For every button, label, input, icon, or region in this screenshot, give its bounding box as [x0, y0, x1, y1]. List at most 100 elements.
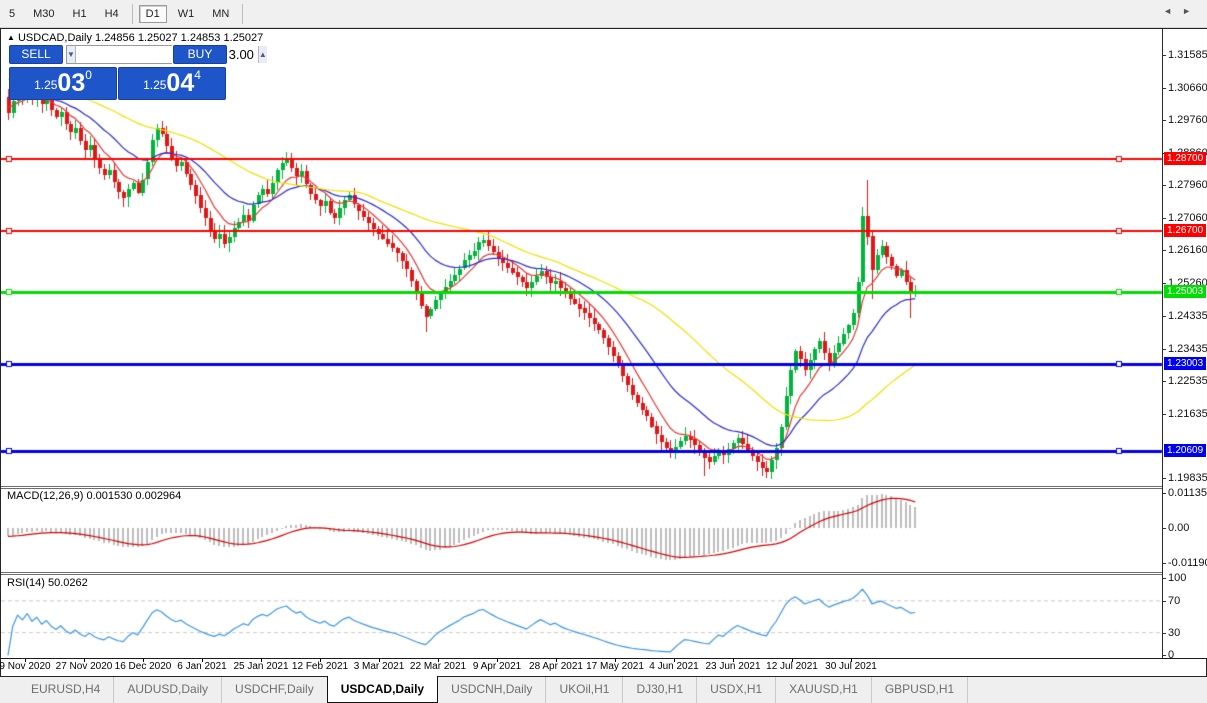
axis-tick-label: 1.27060: [1168, 212, 1207, 224]
chart-title: ▲ USDCAD,Daily 1.24856 1.25027 1.24853 1…: [7, 32, 263, 44]
date-tick-label: 9 Nov 2020: [0, 661, 51, 672]
axis-tick-label: 0.00: [1168, 522, 1190, 534]
axis-tick-label: 70: [1168, 595, 1181, 607]
axis-tick-mark: [1163, 218, 1166, 219]
axis-tick-label: 1.26160: [1168, 244, 1207, 256]
date-tick-label: 23 Jun 2021: [705, 661, 761, 672]
hline-price-badge: 1.20609: [1164, 444, 1207, 457]
timeframe-button-5[interactable]: 5: [2, 5, 22, 23]
one-click-trading-panel: SELL ▼ ▲ BUY 1.25030 1.25044: [9, 45, 267, 100]
tab-usdchf-daily[interactable]: USDCHF,Daily: [222, 677, 327, 703]
axis-tick-label: 0.01135: [1168, 487, 1207, 499]
axis-tick-mark: [1163, 88, 1166, 89]
date-axis[interactable]: 9 Nov 2020 27 Nov 2020 16 Dec 2020 6 Jan 20…: [0, 658, 1206, 675]
axis-tick-label: 30: [1168, 627, 1181, 639]
trade-panel-top-row: SELL ▼ ▲ BUY: [9, 45, 267, 64]
axis-tick-label: 1.24335: [1168, 310, 1207, 322]
timeframe-button-mn[interactable]: MN: [205, 5, 236, 23]
date-tick-label: 28 Apr 2021: [529, 661, 583, 672]
hline-price-badge: 1.25003: [1164, 285, 1207, 298]
tab-dj30-h1[interactable]: DJ30,H1: [623, 677, 698, 703]
axis-tick-mark: [1163, 528, 1166, 529]
axis-tick-mark: [1163, 493, 1166, 494]
date-tick-label: 4 Jun 2021: [649, 661, 699, 672]
date-tick-label: 12 Jul 2021: [766, 661, 818, 672]
date-tick-label: 27 Nov 2020: [55, 661, 113, 672]
timeframe-toolbar: 5 M30 H1 H4 D1 W1 MN: [0, 0, 1207, 28]
axis-tick-mark: [1163, 185, 1166, 186]
axis-tick-label: -0.01190: [1168, 557, 1207, 569]
price-chart-canvas[interactable]: [1, 29, 1163, 658]
tab-scroll-right-icon[interactable]: ►: [1182, 6, 1201, 16]
tab-usdcad-daily[interactable]: USDCAD,Daily: [326, 676, 439, 703]
axis-tick-label: 1.27960: [1168, 179, 1207, 191]
axis-tick-label: 100: [1168, 572, 1187, 584]
macd-panel-divider-line2: [1, 488, 1206, 489]
axis-tick-label: 1.21635: [1168, 408, 1207, 420]
axis-tick-mark: [1163, 563, 1166, 564]
sell-price-big: 03: [57, 69, 86, 97]
buy-price-sup: 4: [194, 68, 201, 82]
timeframe-button-h4[interactable]: H4: [98, 5, 126, 23]
date-tick-label: 16 Dec 2020: [114, 661, 172, 672]
rsi-panel-divider[interactable]: [1, 572, 1206, 573]
date-tick-label: 30 Jul 2021: [825, 661, 877, 672]
timeframe-button-h1[interactable]: H1: [66, 5, 94, 23]
tab-eurusd-h4[interactable]: EURUSD,H4: [18, 677, 115, 703]
triangle-up-icon: ▲: [7, 33, 15, 42]
tab-usdcnh-daily[interactable]: USDCNH,Daily: [438, 677, 547, 703]
timeframe-button-d1[interactable]: D1: [138, 4, 167, 23]
axis-tick-mark: [1163, 381, 1166, 382]
tab-scroll-left-icon[interactable]: ◄: [1163, 6, 1182, 16]
timeframe-button-m30[interactable]: M30: [26, 5, 61, 23]
chart-ohlc-values: 1.24856 1.25027 1.24853 1.25027: [95, 32, 264, 44]
axis-tick-mark: [1163, 349, 1166, 350]
tab-gbpusd-h1[interactable]: GBPUSD,H1: [872, 677, 969, 703]
volume-input[interactable]: [75, 46, 258, 63]
hline-price-badge: 1.26700: [1164, 224, 1207, 237]
date-tick-label: 17 May 2021: [586, 661, 644, 672]
axis-tick-label: 1.31585: [1168, 49, 1207, 61]
date-tick-label: 22 Mar 2021: [409, 661, 467, 672]
buy-price-big: 04: [166, 69, 195, 97]
tab-usdx-h1[interactable]: USDX,H1: [697, 677, 777, 703]
symbol-tab-bar: EURUSD,H4 AUDUSD,Daily USDCHF,Daily USDCAD,…: [0, 676, 1207, 703]
buy-button[interactable]: BUY: [173, 45, 227, 64]
sell-price-sup: 0: [85, 68, 92, 82]
sell-price-box[interactable]: 1.25030: [9, 67, 117, 100]
price-axis[interactable]: 1.315851.306601.297601.288601.279601.270…: [1162, 29, 1207, 661]
timeframe-button-w1[interactable]: W1: [171, 5, 202, 23]
buy-price-base: 1.25: [143, 78, 167, 92]
date-tick-label: 6 Jan 2021: [177, 661, 227, 672]
toolbar-separator: [131, 3, 133, 24]
axis-tick-mark: [1163, 316, 1166, 317]
chart-window: ▲ USDCAD,Daily 1.24856 1.25027 1.24853 1…: [0, 28, 1207, 677]
chart-symbol-label: USDCAD,Daily: [17, 32, 92, 44]
tab-ukoil-h1[interactable]: UKOil,H1: [546, 677, 624, 703]
macd-indicator-label: MACD(12,26,9) 0.001530 0.002964: [7, 490, 182, 502]
tab-audusd-daily[interactable]: AUDUSD,Daily: [114, 677, 223, 703]
buy-price-box[interactable]: 1.25044: [118, 67, 226, 100]
volume-decrease-button[interactable]: ▼: [67, 46, 76, 63]
rsi-indicator-label: RSI(14) 50.0262: [7, 577, 88, 589]
volume-increase-button[interactable]: ▲: [257, 46, 267, 63]
axis-tick-mark: [1163, 55, 1166, 56]
sell-button[interactable]: SELL: [9, 45, 63, 64]
date-tick-label: 12 Feb 2021: [291, 661, 349, 672]
date-tick-label: 9 Apr 2021: [472, 661, 522, 672]
axis-tick-mark: [1163, 283, 1166, 284]
hline-price-badge: 1.28700: [1164, 152, 1207, 165]
date-tick-label: 3 Mar 2021: [353, 661, 405, 672]
macd-panel-divider[interactable]: [1, 486, 1206, 487]
tab-xauusd-h1[interactable]: XAUUSD,H1: [776, 677, 872, 703]
axis-tick-label: 1.29760: [1168, 114, 1207, 126]
axis-tick-mark: [1163, 120, 1166, 121]
axis-tick-label: 1.22535: [1168, 375, 1207, 387]
rsi-panel-divider-line2: [1, 574, 1206, 575]
toolbar-separator: [242, 3, 244, 24]
axis-tick-mark: [1163, 578, 1166, 579]
axis-tick-mark: [1163, 633, 1166, 634]
volume-spinner: ▼ ▲: [66, 45, 267, 64]
sell-price-base: 1.25: [34, 78, 58, 92]
axis-tick-mark: [1163, 601, 1166, 602]
